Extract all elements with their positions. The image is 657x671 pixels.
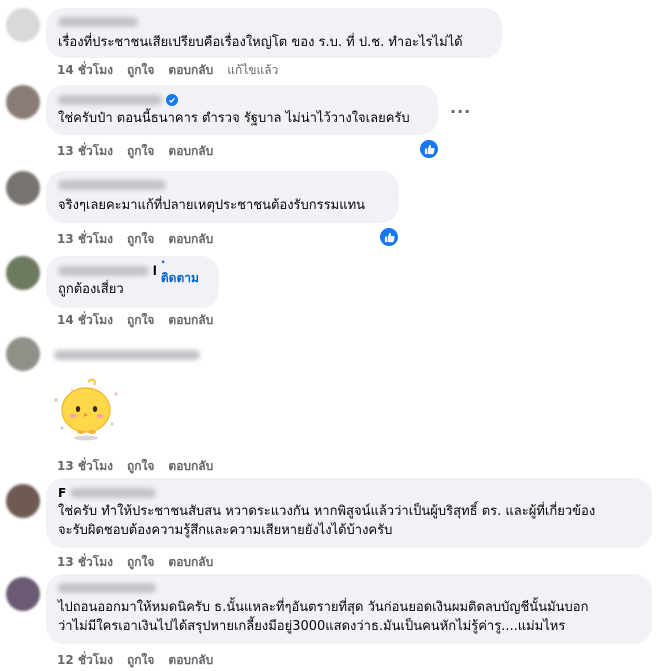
comment-text-line: ไปถอนออกมาให้หมดนิครับ ธ.นั้นแหละที่ๆอัน… — [58, 600, 589, 615]
comment-text-line: จะรับผิดชอบต้องความรู้สึกและความเสียหายย… — [58, 523, 393, 538]
comment-text: เรื่องที่ประชาชนเสียเปรียบคือเรื่องใหญ่โ… — [58, 35, 463, 50]
comment-time[interactable]: 13 ชั่วโมง — [57, 457, 113, 476]
like-button[interactable]: ถูกใจ — [127, 457, 154, 476]
comment-actions: 14 ชั่วโมง ถูกใจ ตอบกลับ — [57, 311, 213, 330]
comment-bubble: ไปถอนออกมาให้หมดนิครับ ธ.นั้นแหละที่ๆอัน… — [46, 574, 652, 644]
comment-bubble: จริงๆเลยคะมาแก้ที่ปลายเหตุประชาชนต้องรับ… — [46, 171, 399, 223]
commenter-name[interactable] — [58, 17, 138, 27]
like-button[interactable]: ถูกใจ — [127, 142, 154, 161]
commenter-name[interactable] — [58, 95, 162, 105]
avatar[interactable] — [6, 337, 40, 371]
comment-actions: 13 ชั่วโมง ถูกใจ ตอบกลับ — [57, 553, 213, 572]
comment-bubble: ใช่ครับป๋า ตอนนี้ธนาคาร ตำรวจ รัฐบาล ไม่… — [46, 85, 438, 135]
comment-text: จริงๆเลยคะมาแก้ที่ปลายเหตุประชาชนต้องรับ… — [58, 198, 366, 213]
comment-time[interactable]: 13 ชั่วโมง — [57, 142, 113, 161]
follow-link[interactable]: · ติดตาม — [161, 255, 207, 288]
reply-button[interactable]: ตอบกลับ — [168, 651, 213, 670]
like-button[interactable]: ถูกใจ — [127, 311, 154, 330]
comment-actions: 13 ชั่วโมง ถูกใจ ตอบกลับ — [57, 457, 213, 476]
more-options-icon[interactable]: ... — [450, 98, 471, 117]
avatar[interactable] — [6, 484, 40, 518]
comment-text-line: ใช่ครับ ทำให้ประชาชนสับสน หวาดระแวงกัน ห… — [58, 504, 596, 519]
yellow-chick-sticker — [46, 372, 126, 447]
commenter-name-suffix: l — [152, 264, 157, 278]
comment-time[interactable]: 14 ชั่วโมง — [57, 311, 113, 330]
commenter-name[interactable] — [54, 350, 200, 360]
thumbs-up-icon[interactable] — [418, 138, 440, 160]
like-button[interactable]: ถูกใจ — [127, 61, 154, 80]
avatar[interactable] — [6, 85, 40, 119]
commenter-name-initial: F — [58, 486, 67, 500]
comment-bubble: l · ติดตาม ถูกต้องเสี่ยว — [46, 255, 219, 308]
avatar[interactable] — [6, 577, 40, 611]
comment-time[interactable]: 14 ชั่วโมง — [57, 61, 113, 80]
reply-button[interactable]: ตอบกลับ — [168, 553, 213, 572]
reply-button[interactable]: ตอบกลับ — [168, 457, 213, 476]
comment-actions: 12 ชั่วโมง ถูกใจ ตอบกลับ — [57, 651, 213, 670]
commenter-name[interactable] — [58, 583, 156, 593]
avatar[interactable] — [6, 8, 40, 42]
edited-label: แก้ไขแล้ว — [227, 63, 279, 77]
thumbs-up-icon[interactable] — [378, 226, 400, 248]
comment-text-line: ว่าไม่มีใครเอาเงินไปได้สรุปหายเกลี้ยงมีอ… — [58, 619, 566, 634]
comment-time[interactable]: 13 ชั่วโมง — [57, 553, 113, 572]
comment-bubble: F ใช่ครับ ทำให้ประชาชนสับสน หวาดระแวงกัน… — [46, 478, 652, 548]
comment-actions: 13 ชั่วโมง ถูกใจ ตอบกลับ — [57, 230, 213, 249]
comment-actions: 14 ชั่วโมง ถูกใจ ตอบกลับ แก้ไขแล้ว — [57, 61, 278, 80]
avatar[interactable] — [6, 171, 40, 205]
comment-time[interactable]: 13 ชั่วโมง — [57, 230, 113, 249]
like-button[interactable]: ถูกใจ — [127, 553, 154, 572]
like-button[interactable]: ถูกใจ — [127, 651, 154, 670]
commenter-name[interactable] — [58, 180, 166, 190]
like-button[interactable]: ถูกใจ — [127, 230, 154, 249]
comment-actions: 13 ชั่วโมง ถูกใจ ตอบกลับ — [57, 142, 213, 161]
reply-button[interactable]: ตอบกลับ — [168, 61, 213, 80]
comment-text: ใช่ครับป๋า ตอนนี้ธนาคาร ตำรวจ รัฐบาล ไม่… — [58, 111, 410, 126]
verified-check-icon — [166, 94, 178, 106]
commenter-name[interactable] — [70, 488, 157, 498]
avatar[interactable] — [6, 256, 40, 290]
comment-bubble: เรื่องที่ประชาชนเสียเปรียบคือเรื่องใหญ่โ… — [46, 8, 502, 58]
reply-button[interactable]: ตอบกลับ — [168, 311, 213, 330]
reply-button[interactable]: ตอบกลับ — [168, 142, 213, 161]
reply-button[interactable]: ตอบกลับ — [168, 230, 213, 249]
comment-time[interactable]: 12 ชั่วโมง — [57, 651, 113, 670]
commenter-name[interactable] — [58, 266, 149, 276]
